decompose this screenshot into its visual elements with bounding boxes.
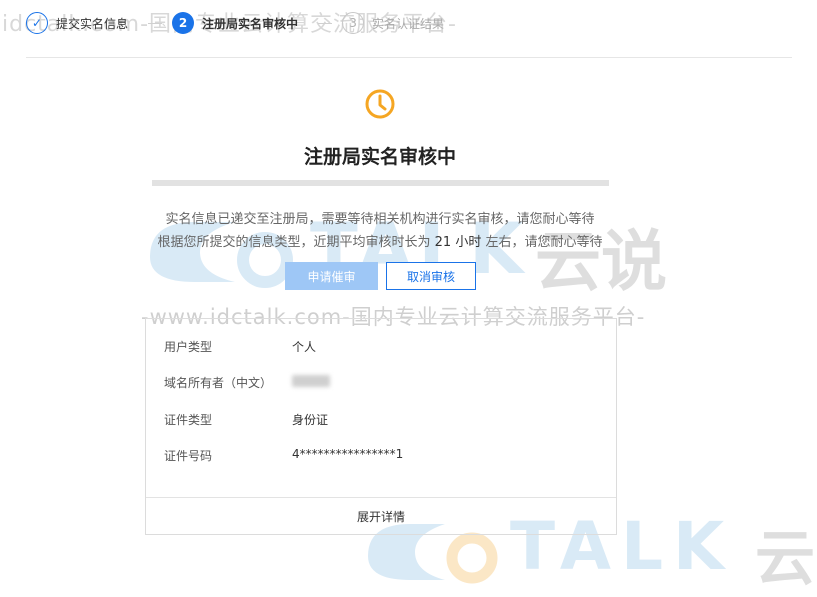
- info-value: 个人: [292, 340, 317, 354]
- title-underline: [152, 180, 609, 186]
- expand-details-button[interactable]: 展开详情: [146, 497, 616, 534]
- info-card: 用户类型 个人 域名所有者（中文） 证件类型 身份证 证件号码 4*******…: [145, 318, 617, 535]
- status-description: 实名信息已递交至注册局，需要等待相关机构进行实名审核，请您耐心等待 根据您所提交…: [120, 208, 640, 254]
- info-row-id-number: 证件号码 4****************1: [164, 447, 403, 464]
- step-label: 注册局实名审核中: [202, 16, 299, 31]
- info-row-id-type: 证件类型 身份证: [164, 411, 328, 428]
- status-title: 注册局实名审核中: [303, 146, 456, 168]
- cancel-review-button[interactable]: 取消审核: [386, 262, 476, 290]
- info-key: 证件类型: [164, 413, 213, 427]
- desc-line-1: 实名信息已递交至注册局，需要等待相关机构进行实名审核，请您耐心等待: [165, 212, 595, 227]
- info-key: 用户类型: [164, 340, 213, 354]
- info-key: 域名所有者（中文）: [164, 376, 273, 390]
- info-row-user-type: 用户类型 个人: [164, 338, 316, 355]
- step-connector: [148, 22, 163, 24]
- step-label: 实名认证结果: [372, 16, 445, 31]
- clock-icon: [365, 89, 395, 119]
- urge-review-button[interactable]: 申请催审: [285, 262, 378, 290]
- step-review: 2 注册局实名审核中: [172, 12, 298, 34]
- step-submit: ✓ 提交实名信息: [26, 12, 128, 34]
- step-number: 2: [172, 12, 195, 34]
- info-row-owner: 域名所有者（中文）: [164, 374, 330, 391]
- info-key: 证件号码: [164, 449, 213, 463]
- info-value: 身份证: [292, 413, 329, 427]
- review-duration: 21 小时: [434, 235, 482, 250]
- desc-line-2: 根据您所提交的信息类型，近期平均审核时长为 21 小时 左右，请您耐心等待: [157, 235, 603, 250]
- step-label: 提交实名信息: [56, 16, 129, 31]
- redacted-value: [292, 375, 330, 387]
- progress-steps: ✓ 提交实名信息 2 注册局实名审核中 3 实名认证结果: [26, 10, 458, 36]
- divider: [26, 57, 792, 58]
- step-result: 3 实名认证结果: [342, 12, 444, 34]
- step-connector: [318, 22, 333, 24]
- step-number: 3: [342, 12, 365, 34]
- watermark-bottom-cn: 云: [755, 524, 815, 594]
- check-icon: ✓: [26, 12, 48, 34]
- info-value: 4****************1: [292, 447, 404, 461]
